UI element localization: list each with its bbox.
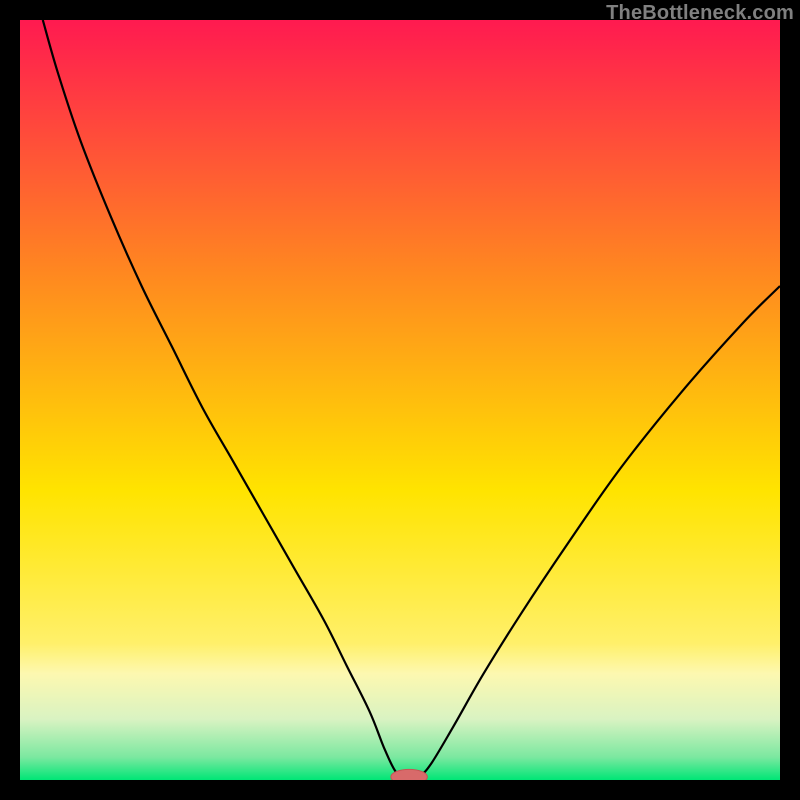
bottleneck-chart [20, 20, 780, 780]
chart-container: TheBottleneck.com [0, 0, 800, 800]
gradient-background [20, 20, 780, 780]
plot-area [20, 20, 780, 780]
